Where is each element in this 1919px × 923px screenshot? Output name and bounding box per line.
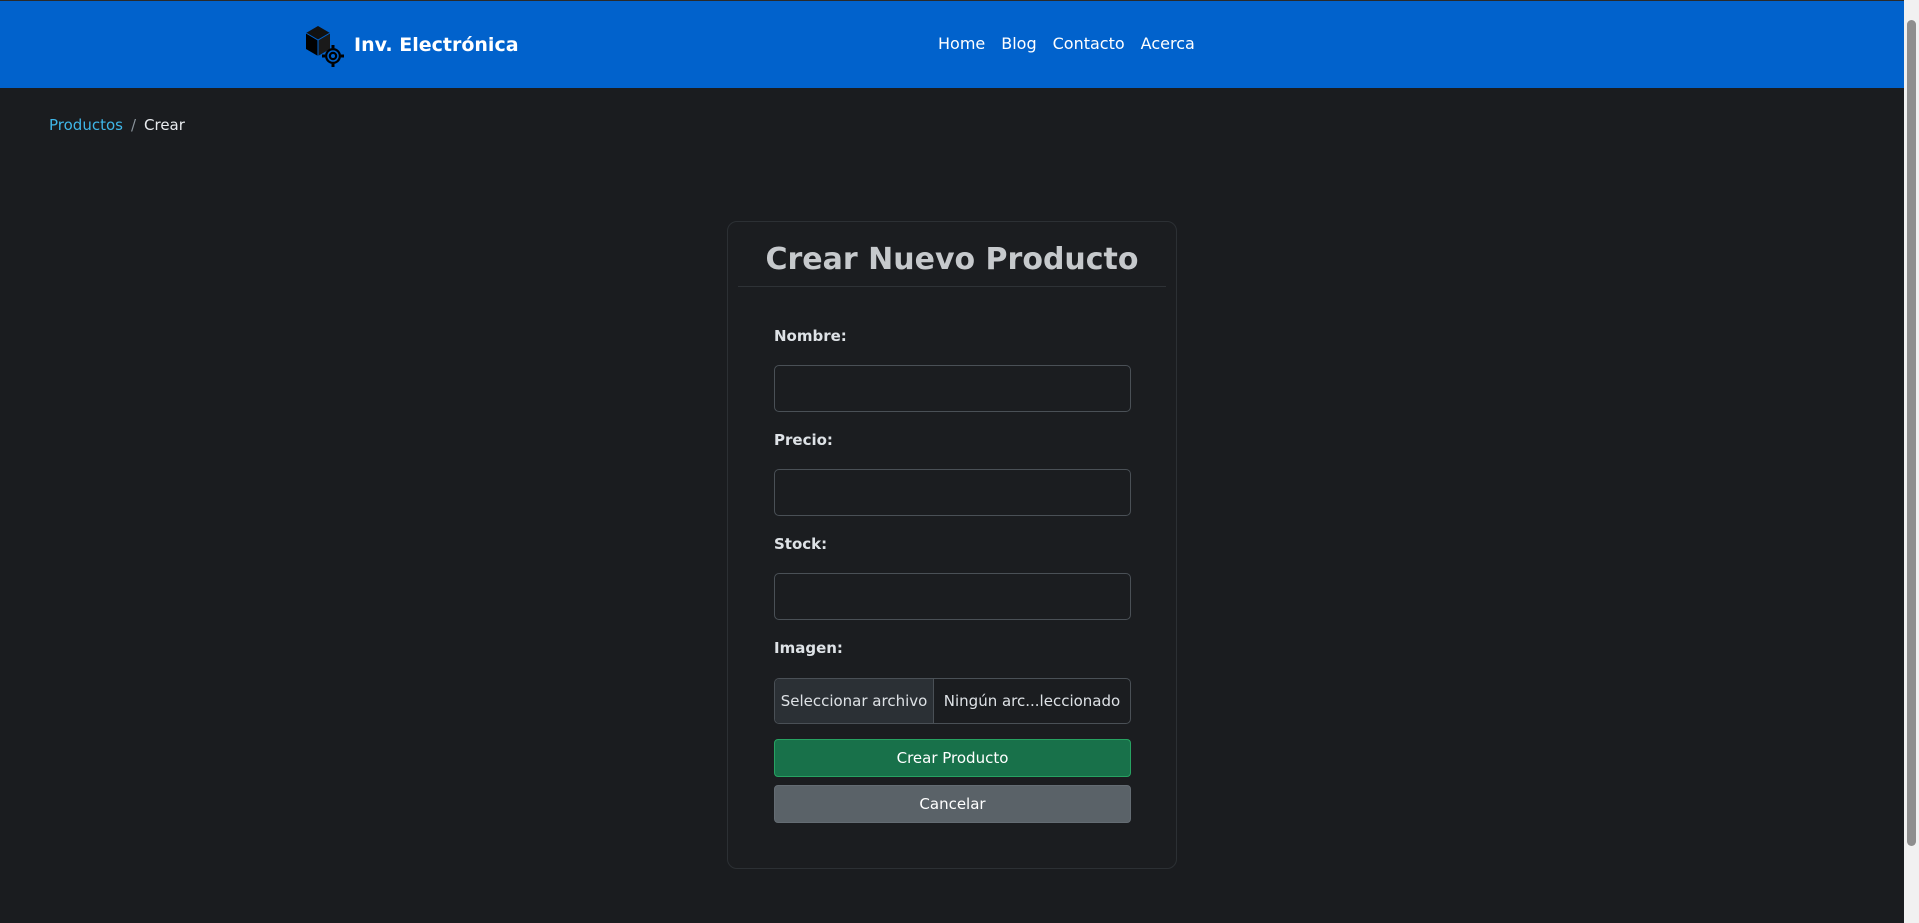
nav-link-acerca[interactable]: Acerca [1141, 34, 1195, 53]
box-gear-icon [305, 26, 344, 67]
breadcrumb-separator: / [130, 116, 137, 134]
precio-input[interactable] [774, 469, 1131, 516]
cancel-button[interactable]: Cancelar [774, 785, 1131, 823]
nav-link-home[interactable]: Home [938, 34, 985, 53]
nav-link-contacto[interactable]: Contacto [1053, 34, 1125, 53]
nombre-input[interactable] [774, 365, 1131, 412]
stock-input[interactable] [774, 573, 1131, 620]
stock-label: Stock: [774, 535, 828, 553]
create-product-button[interactable]: Crear Producto [774, 739, 1131, 777]
top-navbar: Inv. Electrónica Home Blog Contacto Acer… [0, 0, 1904, 88]
select-file-button[interactable]: Seleccionar archivo [775, 679, 934, 723]
scrollbar-thumb[interactable] [1907, 20, 1916, 846]
brand-name: Inv. Electrónica [354, 34, 519, 56]
breadcrumb-current: Crear [144, 116, 185, 134]
imagen-label: Imagen: [774, 639, 843, 657]
nav-links: Home Blog Contacto Acerca [938, 34, 1195, 53]
precio-label: Precio: [774, 431, 833, 449]
nombre-label: Nombre: [774, 327, 847, 345]
breadcrumb: Productos / Crear [49, 116, 185, 134]
vertical-scrollbar[interactable] [1904, 0, 1919, 923]
create-product-card: Crear Nuevo Producto Nombre: Precio: Sto… [727, 221, 1177, 869]
card-header: Crear Nuevo Producto [738, 222, 1166, 287]
imagen-file-input[interactable]: Seleccionar archivo Ningún arc...leccion… [774, 678, 1131, 724]
file-name-text: Ningún arc...leccionado [943, 692, 1121, 710]
breadcrumb-productos-link[interactable]: Productos [49, 116, 123, 134]
nav-link-blog[interactable]: Blog [1001, 34, 1036, 53]
page-title: Crear Nuevo Producto [765, 242, 1139, 277]
brand[interactable]: Inv. Electrónica [302, 23, 519, 67]
